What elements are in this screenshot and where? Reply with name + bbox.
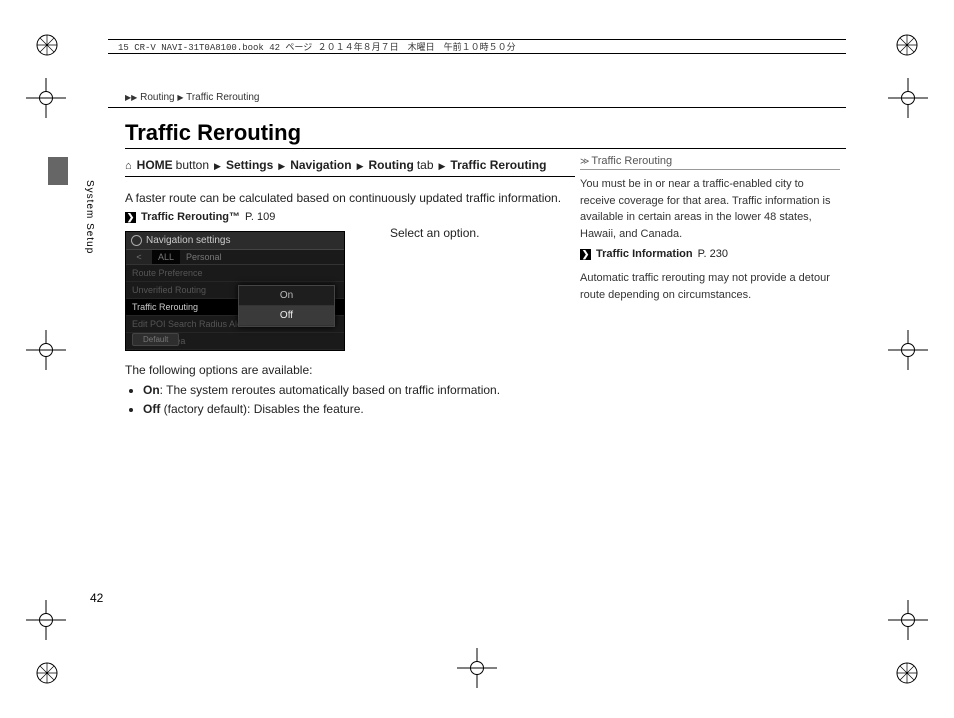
main-content: ⌂ HOME button ▶ Settings ▶ Navigation ▶ … xyxy=(125,158,575,419)
sidebar-title: ≫ Traffic Rerouting xyxy=(580,155,840,170)
nav-step: Routing xyxy=(368,158,413,172)
list-item: Route Preference xyxy=(126,265,344,282)
reference-label: Traffic Rerouting™ xyxy=(141,211,240,223)
document-header: 15 CR-V NAVI-31T0A8100.book 42 ページ ２０１４年… xyxy=(108,39,846,54)
navigation-path: ⌂ HOME button ▶ Settings ▶ Navigation ▶ … xyxy=(125,158,575,177)
cross-reference: ❯ Traffic Information P. 230 xyxy=(580,248,840,260)
option-name: Off xyxy=(143,402,160,416)
sidebar-text: You must be in or near a traffic-enabled… xyxy=(580,176,840,242)
option-on: On: The system reroutes automatically ba… xyxy=(143,381,575,400)
sidebar-text: Automatic traffic rerouting may not prov… xyxy=(580,270,840,303)
screenshot-tabs: < ALL Personal xyxy=(126,250,344,265)
nav-text: button xyxy=(176,158,209,172)
crop-mark-icon xyxy=(26,600,66,640)
options-header: The following options are available: xyxy=(125,363,575,377)
ui-screenshot: Navigation settings < ALL Personal Route… xyxy=(125,231,345,351)
crop-mark-icon xyxy=(888,78,928,118)
option-desc: (factory default): Disables the feature. xyxy=(160,402,363,416)
registration-mark-icon xyxy=(36,34,58,56)
tab-all: ALL xyxy=(152,250,180,264)
chevron-icon: ≫ xyxy=(580,156,587,166)
registration-mark-icon xyxy=(896,34,918,56)
default-button: Default xyxy=(132,333,179,346)
triangle-icon: ▶ xyxy=(357,161,364,172)
back-icon: < xyxy=(126,250,152,264)
reference-label: Traffic Information xyxy=(596,248,693,260)
section-tab xyxy=(48,157,68,185)
crop-mark-icon xyxy=(888,330,928,370)
breadcrumb-item: Traffic Rerouting xyxy=(186,92,259,103)
page-title: Traffic Rerouting xyxy=(125,120,301,146)
header-text: 15 CR-V NAVI-31T0A8100.book 42 ページ ２０１４年… xyxy=(118,40,522,53)
crop-mark-icon xyxy=(26,330,66,370)
breadcrumb-item: Routing xyxy=(140,92,174,103)
popup-option-off: Off xyxy=(239,306,334,326)
nav-step: Settings xyxy=(226,158,273,172)
triangle-icon: ▶▶ xyxy=(125,93,137,102)
reference-page: P. 230 xyxy=(698,248,728,260)
tab-personal: Personal xyxy=(180,250,228,264)
divider xyxy=(108,107,846,108)
breadcrumb: ▶▶ Routing ▶ Traffic Rerouting xyxy=(125,92,259,103)
intro-text: A faster route can be calculated based o… xyxy=(125,189,575,207)
sidebar-title-text: Traffic Rerouting xyxy=(591,155,672,167)
triangle-icon: ▶ xyxy=(278,161,285,172)
option-name: On xyxy=(143,383,160,397)
options-list: On: The system reroutes automatically ba… xyxy=(129,381,575,419)
cross-reference: ❯ Traffic Rerouting™ P. 109 xyxy=(125,211,575,223)
triangle-icon: ▶ xyxy=(439,161,446,172)
reference-icon: ❯ xyxy=(125,212,136,223)
reference-icon: ❯ xyxy=(580,249,591,260)
triangle-icon: ▶ xyxy=(177,93,183,102)
crop-mark-icon xyxy=(888,600,928,640)
gear-icon xyxy=(131,235,142,246)
nav-step: Traffic Rerouting xyxy=(450,158,546,172)
screenshot-titlebar: Navigation settings xyxy=(126,232,344,250)
instruction-text: Select an option. xyxy=(390,226,479,240)
page-number: 42 xyxy=(90,591,103,605)
option-off: Off (factory default): Disables the feat… xyxy=(143,400,575,419)
registration-mark-icon xyxy=(36,662,58,684)
divider xyxy=(125,148,846,149)
triangle-icon: ▶ xyxy=(214,161,221,172)
popup-option-on: On xyxy=(239,286,334,306)
crop-mark-icon xyxy=(457,648,497,688)
crop-mark-icon xyxy=(26,78,66,118)
nav-step: HOME xyxy=(137,158,173,172)
section-label: System Setup xyxy=(84,180,95,254)
info-sidebar: ≫ Traffic Rerouting You must be in or nea… xyxy=(580,155,840,303)
option-desc: : The system reroutes automatically base… xyxy=(160,383,500,397)
popup-menu: On Off xyxy=(238,285,335,327)
screenshot-title: Navigation settings xyxy=(146,235,231,246)
home-icon: ⌂ xyxy=(125,160,132,172)
nav-step: Navigation xyxy=(290,158,351,172)
reference-page: P. 109 xyxy=(245,211,275,223)
registration-mark-icon xyxy=(896,662,918,684)
nav-text: tab xyxy=(417,158,434,172)
